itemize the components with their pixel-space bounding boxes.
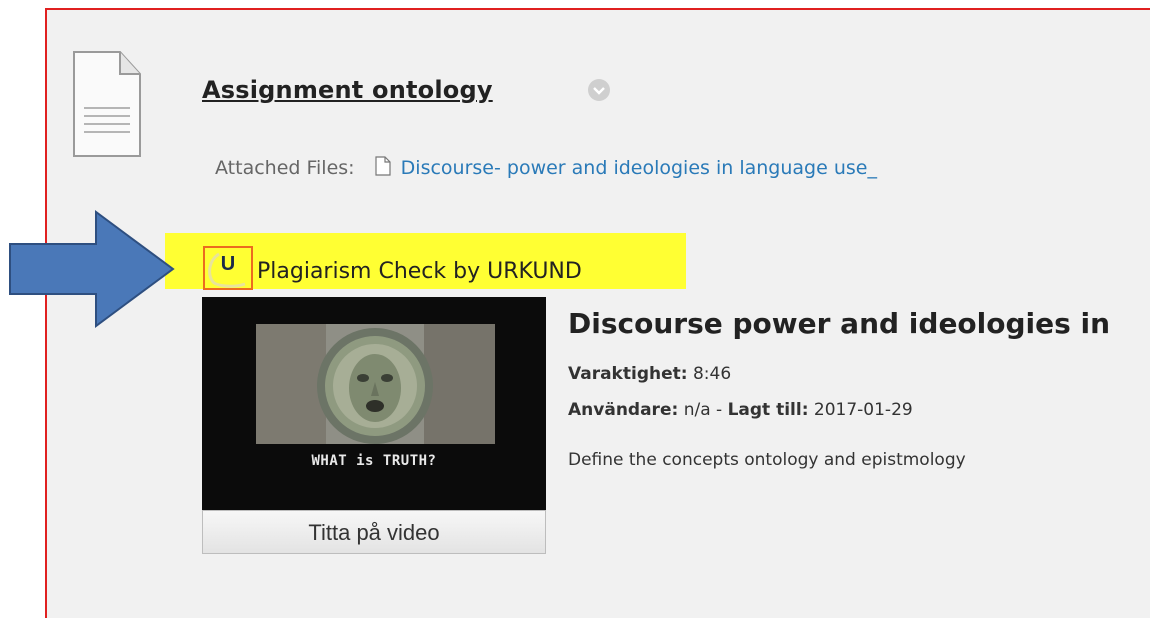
video-user-added: Användare: n/a - Lagt till: 2017-01-29 <box>568 400 913 420</box>
video-duration: Varaktighet: 8:46 <box>568 364 731 384</box>
svg-text:U: U <box>221 253 235 275</box>
file-icon <box>375 156 391 181</box>
assignment-title-link[interactable]: Assignment ontology <box>202 76 493 104</box>
watch-video-button[interactable]: Titta på video <box>202 510 546 554</box>
added-value: 2017-01-29 <box>813 400 913 420</box>
video-thumbnail[interactable]: WHAT is TRUTH? <box>202 297 546 510</box>
duration-label: Varaktighet: <box>568 364 688 384</box>
plagiarism-check-link[interactable]: Plagiarism Check by URKUND <box>257 259 582 284</box>
document-icon <box>72 50 142 162</box>
content-panel: Assignment ontology Attached Files: Disc… <box>45 8 1150 618</box>
mouth-of-truth-image <box>256 324 495 444</box>
video-description: Define the concepts ontology and epistmo… <box>568 450 966 470</box>
attached-files-label: Attached Files: <box>215 157 355 179</box>
thumbnail-caption: WHAT is TRUTH? <box>311 453 437 469</box>
user-label: Användare: <box>568 400 679 420</box>
attached-files-row: Attached Files: Discourse- power and ide… <box>215 156 877 181</box>
added-label: Lagt till: <box>727 400 809 420</box>
video-title: Discourse power and ideologies in <box>568 307 1111 340</box>
user-value: n/a <box>683 400 711 420</box>
meta-separator: - <box>716 400 723 420</box>
arrow-right-icon <box>8 210 176 332</box>
chevron-down-icon[interactable] <box>587 78 611 106</box>
urkund-logo-icon: U <box>203 246 253 290</box>
duration-value: 8:46 <box>692 364 732 384</box>
attached-file-link[interactable]: Discourse- power and ideologies in langu… <box>401 157 877 179</box>
